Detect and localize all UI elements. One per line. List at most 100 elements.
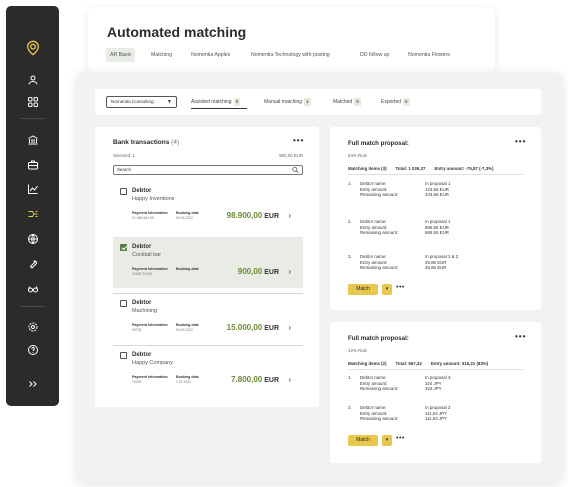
- tab-label: Assisted matching: [191, 99, 232, 105]
- chevron-down-icon[interactable]: ▾: [382, 435, 392, 446]
- tab-dd-follow-up[interactable]: DD follow up: [360, 48, 389, 62]
- transaction-type: Debtor: [132, 352, 152, 358]
- item-number: 1.: [348, 375, 352, 380]
- divider: [348, 369, 524, 370]
- chevron-right-icon[interactable]: ›: [288, 267, 291, 276]
- tab-nomentia-apples[interactable]: Nomentia Apples: [191, 48, 230, 62]
- transaction-row[interactable]: Debtor Cocktail bar Payment information …: [113, 237, 303, 288]
- entry-amount: Entry amount: 316,21 (83%): [430, 361, 489, 366]
- chevron-down-icon[interactable]: ▾: [382, 284, 392, 295]
- chevron-down-icon: ▼: [167, 99, 172, 105]
- row-divider: [113, 293, 303, 294]
- expand-icon[interactable]: [6, 376, 59, 392]
- logo-icon[interactable]: [6, 40, 59, 56]
- row-divider: [113, 345, 303, 346]
- search-placeholder: Search: [117, 167, 131, 172]
- booking-date-label: Booking date: [176, 323, 199, 327]
- item-labels: Debtor name: Entry amount: Remaining amo…: [360, 254, 399, 270]
- match-button[interactable]: Match: [348, 284, 378, 295]
- item-values: In proposal 1 865,55 EUR 865,55 EUR: [425, 219, 451, 235]
- company-select[interactable]: Nomentia Consulting ▼: [106, 96, 177, 108]
- transaction-row[interactable]: Debtor Machining Payment information 497…: [113, 293, 303, 344]
- item-labels: Debtor name: Entry amount: Remaining amo…: [360, 181, 399, 197]
- matching-icon[interactable]: [6, 206, 59, 222]
- item-number: 3.: [348, 254, 352, 259]
- row-checkbox[interactable]: [120, 352, 127, 359]
- proposal-item: 3. Debtor name: Entry amount: Remaining …: [348, 254, 528, 278]
- page-title: Automated matching: [107, 24, 247, 40]
- settings-icon[interactable]: [6, 319, 59, 335]
- bank-transactions-card: Bank transactions (4) ••• Selected: 1 96…: [95, 127, 319, 407]
- payment-info-label: Payment information: [132, 267, 168, 271]
- help-icon[interactable]: [6, 342, 59, 358]
- transaction-type: Debtor: [132, 300, 152, 306]
- matching-items-count: Matching items (2): [348, 361, 387, 366]
- booking-date-value: 04.09.2022: [176, 328, 193, 332]
- globe-icon[interactable]: [6, 231, 59, 247]
- tab-count: 0: [233, 98, 241, 106]
- tab-ar-basic[interactable]: AR Basic: [106, 48, 136, 62]
- more-actions-icon[interactable]: •••: [396, 435, 405, 442]
- tab-label: Matched: [333, 99, 353, 105]
- glasses-icon[interactable]: [6, 281, 59, 297]
- proposal-rule: 84% Rule: [348, 153, 368, 158]
- search-icon: [292, 166, 299, 174]
- more-options-icon[interactable]: •••: [515, 137, 526, 146]
- more-options-icon[interactable]: •••: [515, 332, 526, 341]
- selected-amount: 960,50 EUR: [279, 153, 303, 158]
- chevron-right-icon[interactable]: ›: [288, 211, 291, 220]
- proposal-summary: Matching items (3) Total: 1 026,37 Entry a…: [348, 166, 503, 171]
- tab-count: 0: [354, 98, 361, 106]
- more-options-icon[interactable]: •••: [293, 136, 304, 145]
- transaction-row[interactable]: Debtor Happy Inventions Payment informat…: [113, 181, 303, 232]
- entry-amount: Entry amount: -75,87 (-7,3%): [434, 166, 494, 171]
- payment-info-label: Payment information: [132, 211, 168, 215]
- item-labels: Debtor name: Entry amount: Remaining amo…: [360, 405, 399, 421]
- user-icon[interactable]: [6, 72, 59, 88]
- tab-matching[interactable]: Matching: [151, 48, 172, 62]
- wrench-icon[interactable]: [6, 256, 59, 272]
- item-number: 2.: [348, 405, 352, 410]
- transaction-name: Cocktail bar: [132, 252, 162, 258]
- tab-nomentia-flowers[interactable]: Nomentia Flowers: [408, 48, 450, 62]
- transaction-name: Machining: [132, 308, 158, 314]
- row-checkbox[interactable]: [120, 244, 127, 251]
- chart-icon[interactable]: [6, 181, 59, 197]
- row-checkbox[interactable]: [120, 188, 127, 195]
- tab-nomentia-technology[interactable]: Nomentia Technology with posting: [251, 48, 330, 62]
- booking-date-value: 1.07.2022: [176, 380, 192, 384]
- bank-title-text: Bank transactions: [113, 139, 170, 146]
- amount-currency: EUR: [264, 269, 279, 276]
- proposal-total: Total: 567,32: [395, 361, 422, 366]
- payment-info-label: Payment information: [132, 323, 168, 327]
- search-input[interactable]: Search: [113, 165, 303, 175]
- proposal-total: Total: 1 026,37: [395, 166, 426, 171]
- bank-icon[interactable]: [6, 132, 59, 148]
- chevron-right-icon[interactable]: ›: [288, 375, 291, 384]
- item-number: 2.: [348, 219, 352, 224]
- payment-info-value: 12345 72345: [132, 272, 152, 276]
- tab-count: 0: [403, 98, 410, 106]
- chevron-right-icon[interactable]: ›: [288, 323, 291, 332]
- amount-currency: EUR: [264, 325, 279, 332]
- item-labels: Debtor name: Entry amount: Remaining amo…: [360, 219, 399, 235]
- item-values: In proposal 1 123,55 EUR 343,66 EUR: [425, 181, 451, 197]
- payment-info-label: Payment information: [132, 375, 168, 379]
- tab-exported[interactable]: Exported 0: [381, 98, 410, 106]
- tab-matched[interactable]: Matched 0: [333, 98, 361, 106]
- booking-date-label: Booking date: [176, 211, 199, 215]
- more-actions-icon[interactable]: •••: [396, 284, 405, 291]
- tab-assisted-matching[interactable]: Assisted matching 0: [191, 98, 241, 106]
- tab-manual-matching[interactable]: Manual matching 1: [264, 98, 311, 106]
- amount-value: 7.800,00: [231, 375, 263, 384]
- transaction-row[interactable]: Debtor Happy Company Payment information…: [113, 345, 303, 396]
- item-values: In proposal 2 111,54 JPY 111,54 JPY: [425, 405, 451, 421]
- row-checkbox[interactable]: [120, 300, 127, 307]
- match-proposal-card: Full match proposal: ••• 42% Rule Matchi…: [330, 322, 541, 463]
- active-tab-indicator: [191, 108, 247, 109]
- item-number: 1.: [348, 181, 352, 186]
- match-button[interactable]: Match: [348, 435, 378, 446]
- grid-icon[interactable]: [6, 94, 59, 110]
- briefcase-icon[interactable]: [6, 157, 59, 173]
- tab-label: Manual matching: [264, 99, 303, 105]
